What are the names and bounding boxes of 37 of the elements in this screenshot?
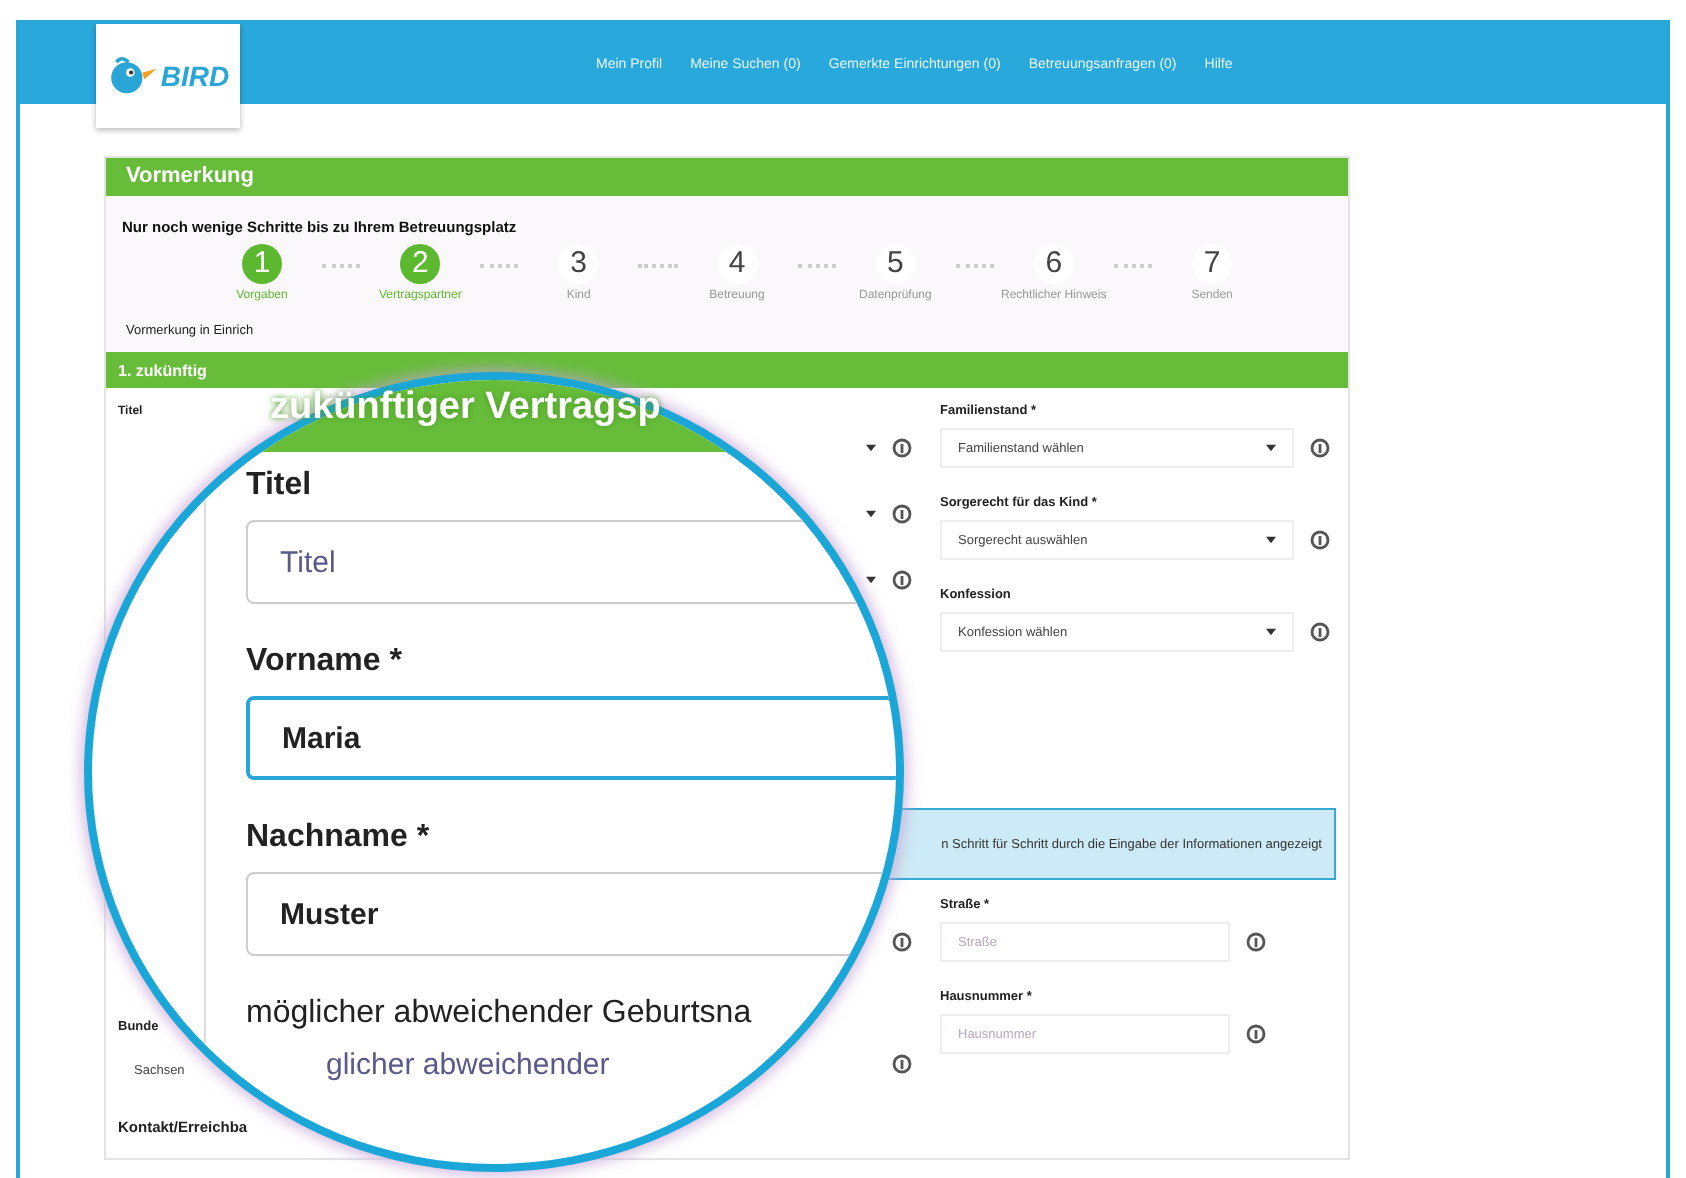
step-connector — [955, 264, 994, 268]
info-icon[interactable] — [892, 504, 912, 524]
step-connector — [797, 264, 836, 268]
input-field[interactable]: glicher abweichender — [246, 1044, 896, 1128]
field-label: Vorname * — [246, 644, 404, 680]
logo-text: BIRD — [160, 60, 230, 92]
step-number[interactable]: 4 — [717, 244, 758, 284]
bird-icon — [106, 54, 159, 98]
section-title: 1. zukünftig — [118, 361, 207, 379]
field-label: Titel — [246, 468, 314, 504]
step-connector — [638, 264, 678, 268]
info-icon[interactable] — [1246, 932, 1266, 952]
caret-icon[interactable] — [866, 444, 876, 452]
card-title: Vormerkung — [106, 158, 1348, 196]
step-connector — [1113, 264, 1153, 268]
info-icon[interactable] — [892, 570, 912, 590]
caret-icon — [1266, 444, 1276, 452]
step-number[interactable]: 3 — [558, 244, 599, 284]
step-number[interactable]: 6 — [1033, 244, 1074, 284]
step-connector — [322, 264, 361, 268]
info-icon[interactable] — [892, 932, 912, 952]
caret-icon — [1266, 628, 1276, 636]
step-connector — [480, 264, 519, 268]
step-number[interactable]: 7 — [1192, 244, 1233, 284]
caret-icon — [1266, 536, 1276, 544]
info-icon[interactable] — [1310, 622, 1330, 642]
info-icon[interactable] — [1310, 530, 1330, 550]
field-label: möglicher abweichender Geburtsna — [246, 996, 754, 1032]
info-icon[interactable] — [1310, 438, 1330, 458]
info-icon[interactable] — [892, 1054, 912, 1074]
step-number[interactable]: 5 — [875, 244, 916, 284]
field-label: Nachname * — [246, 820, 432, 856]
info-icon[interactable] — [1246, 1024, 1266, 1044]
caret-icon[interactable] — [866, 510, 876, 518]
caret-icon[interactable] — [866, 576, 876, 584]
info-icon[interactable] — [892, 438, 912, 458]
input-field[interactable]: Maria — [246, 696, 896, 780]
